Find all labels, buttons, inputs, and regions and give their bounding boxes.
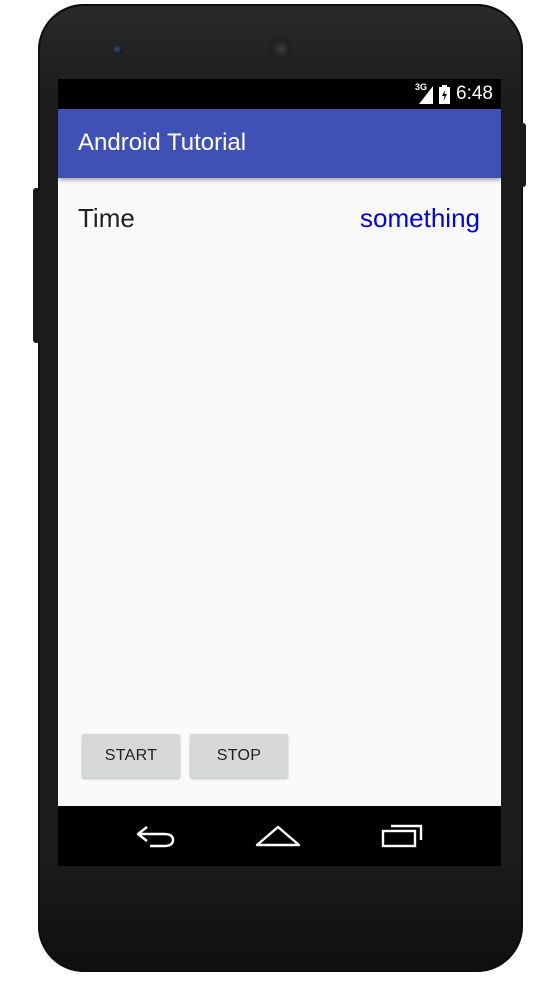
signal-icon: 3G — [415, 82, 434, 104]
time-label: Time — [78, 203, 135, 233]
time-value: something — [360, 203, 480, 233]
status-bar: 3G 6:48 — [58, 79, 501, 109]
recents-icon — [381, 824, 423, 848]
home-button[interactable] — [248, 818, 308, 854]
navigation-bar — [58, 806, 501, 866]
stop-button[interactable]: STOP — [190, 734, 288, 778]
app-bar: Android Tutorial — [58, 109, 501, 178]
app-title: Android Tutorial — [78, 129, 247, 156]
device-screen: 3G 6:48 Android Tutorial Time something … — [58, 79, 501, 866]
status-time: 6:48 — [456, 83, 493, 104]
status-icons: 3G 6:48 — [415, 82, 493, 105]
recents-button[interactable] — [372, 818, 432, 854]
earpiece-speaker — [270, 38, 292, 60]
front-camera — [113, 45, 123, 55]
start-button[interactable]: START — [82, 734, 180, 778]
volume-button — [33, 188, 40, 343]
back-icon — [136, 826, 175, 848]
home-icon — [255, 825, 301, 847]
battery-icon — [439, 84, 451, 104]
proximity-sensors — [430, 43, 460, 58]
power-button — [519, 123, 526, 187]
back-button[interactable] — [126, 818, 186, 854]
